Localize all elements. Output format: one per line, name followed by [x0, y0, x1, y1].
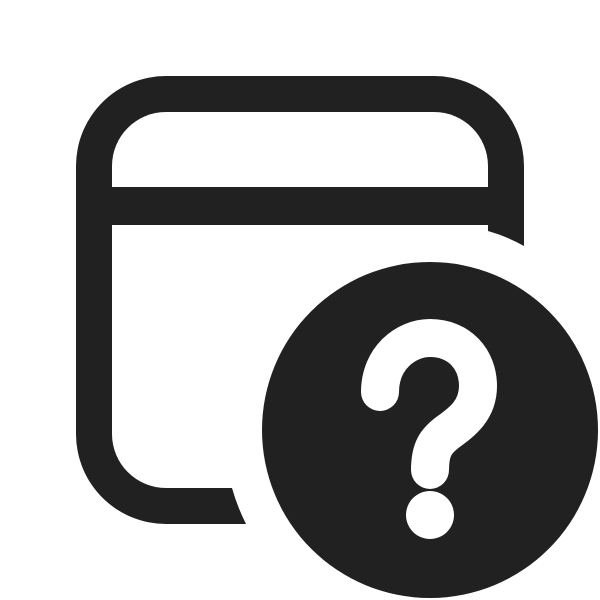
calendar-question-mark-icon	[76, 76, 598, 598]
icon-canvas	[0, 0, 600, 600]
title-bar	[90, 187, 488, 225]
question-mark-dot	[406, 491, 454, 539]
